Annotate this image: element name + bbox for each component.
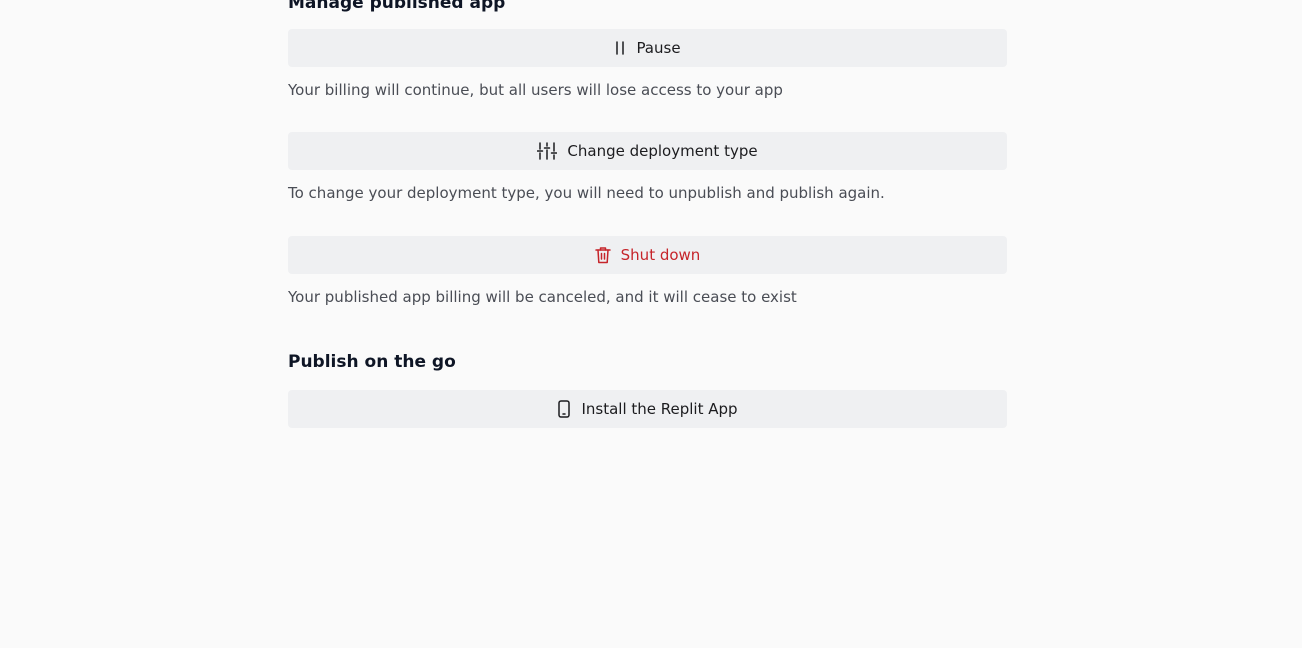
- trash-icon: [594, 246, 611, 264]
- sliders-icon: [537, 142, 558, 160]
- change-deployment-type-button[interactable]: Change deployment type: [288, 132, 1007, 170]
- shut-down-label: Shut down: [620, 246, 701, 264]
- pause-description: Your billing will continue, but all user…: [288, 81, 783, 99]
- change-deployment-type-description: To change your deployment type, you will…: [288, 184, 885, 202]
- manage-section-title: Manage published app: [288, 0, 506, 13]
- pause-icon: [614, 41, 626, 55]
- publish-on-the-go-title: Publish on the go: [288, 352, 456, 372]
- pause-button[interactable]: Pause: [288, 29, 1007, 67]
- pause-button-label: Pause: [636, 39, 681, 57]
- install-replit-app-label: Install the Replit App: [581, 400, 738, 418]
- change-deployment-type-label: Change deployment type: [567, 142, 758, 160]
- phone-icon: [557, 400, 571, 418]
- shut-down-description: Your published app billing will be cance…: [288, 288, 797, 306]
- install-replit-app-button[interactable]: Install the Replit App: [288, 390, 1007, 428]
- shut-down-button[interactable]: Shut down: [288, 236, 1007, 274]
